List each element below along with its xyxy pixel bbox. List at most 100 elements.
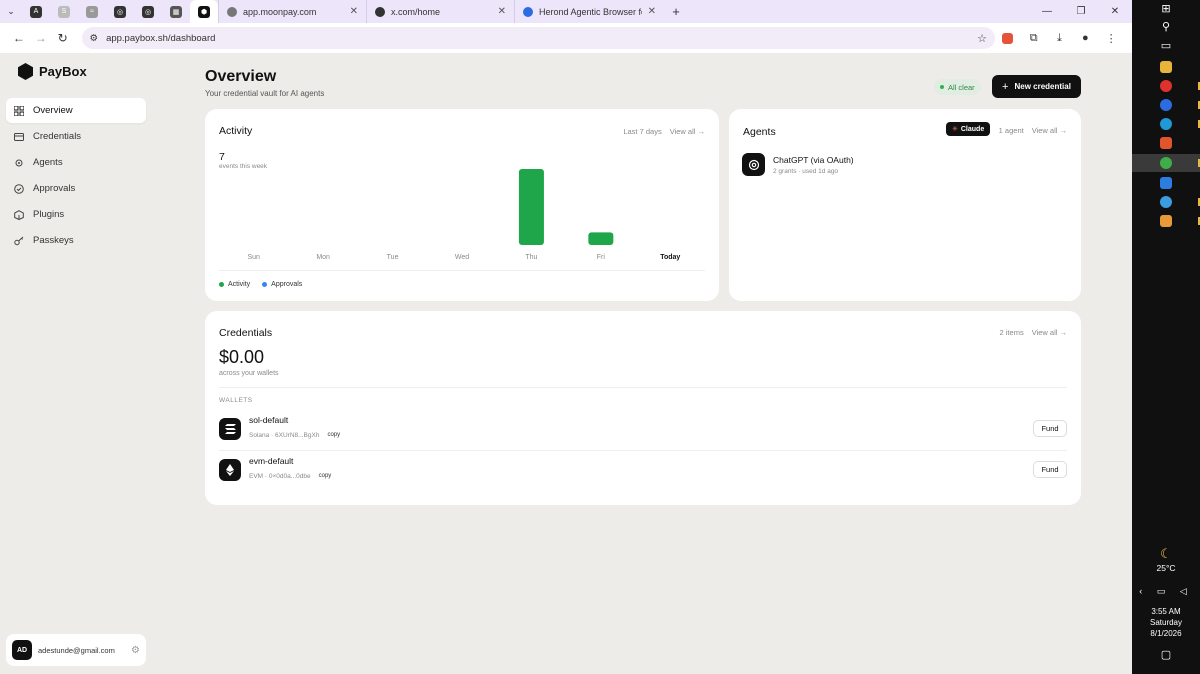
site-settings-icon[interactable]: ⚙ bbox=[90, 33, 99, 44]
profile-icon[interactable]: ● bbox=[1072, 32, 1098, 44]
logo[interactable]: PayBox bbox=[18, 63, 87, 80]
copy-address-button[interactable]: copy bbox=[327, 432, 340, 439]
user-card[interactable]: AD adestunde@gmail.com ⚙ bbox=[6, 634, 146, 666]
page-title: Overview bbox=[205, 68, 277, 85]
sidebar-nav: Overview Credentials Agents Approvals Pl… bbox=[6, 98, 146, 254]
copy-address-button[interactable]: copy bbox=[319, 473, 332, 480]
pinned-tab[interactable]: S bbox=[50, 0, 78, 23]
pinned-tab[interactable]: ▦ bbox=[162, 0, 190, 23]
sidebar-item-approvals[interactable]: Approvals bbox=[6, 176, 146, 201]
minimize-icon[interactable]: — bbox=[1030, 6, 1064, 17]
chart-tick-label: Tue bbox=[387, 254, 399, 261]
firefox-icon[interactable] bbox=[1160, 99, 1172, 111]
legend-swatch-icon bbox=[219, 282, 224, 287]
browser-tab[interactable]: app.moonpay.com ✕ bbox=[218, 0, 366, 23]
clock-date[interactable]: 8/1/2026 bbox=[1132, 629, 1200, 639]
status-label: All clear bbox=[948, 82, 975, 92]
edge-icon[interactable] bbox=[1160, 118, 1172, 130]
agent-list-item[interactable]: ChatGPT (via OAuth) 2 grants · used 1d a… bbox=[742, 153, 854, 176]
sidebar-item-plugins[interactable]: Plugins bbox=[6, 202, 146, 227]
clock-day[interactable]: Saturday bbox=[1132, 618, 1200, 628]
plus-icon: + bbox=[1002, 80, 1009, 93]
chrome-icon[interactable] bbox=[1160, 157, 1172, 169]
app-icon[interactable] bbox=[1160, 177, 1172, 189]
wallet-row: evm-default EVM · 0×0d0a...0dbe copy Fun… bbox=[219, 453, 1067, 487]
opera-icon[interactable] bbox=[1160, 80, 1172, 92]
search-icon[interactable]: ⚲ bbox=[1132, 20, 1200, 33]
address-bar-row: ← → ↻ ⚙ app.paybox.sh/dashboard ☆ ⧉ ⤓ ● … bbox=[0, 23, 1132, 53]
telegram-icon[interactable] bbox=[1160, 196, 1172, 208]
gear-icon[interactable]: ⚙ bbox=[131, 645, 140, 656]
clock-time[interactable]: 3:55 AM bbox=[1132, 607, 1200, 617]
extension-icon[interactable] bbox=[995, 32, 1021, 44]
forward-icon[interactable]: → bbox=[30, 31, 52, 45]
windows-start-icon[interactable]: ⊞ bbox=[1132, 2, 1200, 15]
wallet-address-text: EVM · 0×0d0a...0dbe bbox=[249, 473, 311, 480]
browser-tab-strip: ⌄ A S ≈ ◎ ◎ ▦ ⬢ app.moonpay.com ✕ x.com/… bbox=[0, 0, 1132, 23]
close-icon[interactable]: ✕ bbox=[648, 6, 656, 17]
agent-name: ChatGPT (via OAuth) bbox=[773, 154, 854, 165]
app-icon[interactable] bbox=[1160, 215, 1172, 227]
wallet-name: evm-default bbox=[249, 456, 294, 466]
brave-icon[interactable] bbox=[1160, 137, 1172, 149]
app-name: PayBox bbox=[39, 64, 87, 79]
back-icon[interactable]: ← bbox=[8, 31, 30, 45]
new-credential-button[interactable]: + New credential bbox=[992, 75, 1081, 98]
chart-legend: Activity Approvals bbox=[219, 281, 302, 288]
chart-bar-fri[interactable] bbox=[588, 232, 614, 245]
key-icon bbox=[14, 236, 24, 245]
extensions-puzzle-icon[interactable]: ⧉ bbox=[1021, 32, 1047, 45]
notifications-icon[interactable]: ▢ bbox=[1132, 648, 1200, 661]
moonpay-icon bbox=[227, 6, 237, 17]
chart-divider bbox=[219, 270, 705, 271]
file-explorer-icon[interactable] bbox=[1160, 61, 1172, 73]
credentials-view-all-link[interactable]: View all → bbox=[1032, 328, 1067, 337]
close-icon[interactable]: ✕ bbox=[498, 6, 506, 17]
weather-temperature[interactable]: 25°C bbox=[1132, 563, 1200, 574]
chart-tick-label: Fri bbox=[597, 254, 606, 261]
pinned-tab[interactable]: ≈ bbox=[78, 0, 106, 23]
restore-icon[interactable]: ❐ bbox=[1064, 6, 1098, 17]
fund-button[interactable]: Fund bbox=[1033, 461, 1067, 478]
system-tray-icons[interactable]: ‹ ▭ ◁ bbox=[1132, 586, 1200, 597]
sidebar-item-passkeys[interactable]: Passkeys bbox=[6, 228, 146, 253]
browser-tab[interactable]: Herond Agentic Browser for We ✕ bbox=[514, 0, 664, 23]
agents-view-all-link[interactable]: View all → bbox=[1032, 126, 1067, 135]
sidebar-item-credentials[interactable]: Credentials bbox=[6, 124, 146, 149]
s-icon: S bbox=[58, 5, 70, 18]
solana-icon bbox=[219, 418, 241, 440]
browser-tab[interactable]: x.com/home ✕ bbox=[366, 0, 514, 23]
tab-search-icon[interactable]: ⌄ bbox=[0, 0, 22, 23]
sidebar-item-overview[interactable]: Overview bbox=[6, 98, 146, 123]
pinned-tab-active[interactable]: ⬢ bbox=[190, 0, 218, 23]
url-bar[interactable]: ⚙ app.paybox.sh/dashboard ☆ bbox=[81, 27, 995, 49]
sidebar-item-label: Overview bbox=[33, 105, 73, 116]
wallet-address: EVM · 0×0d0a...0dbe copy bbox=[249, 473, 331, 480]
chart-tick-label: Sun bbox=[247, 254, 260, 261]
weather-moon-icon[interactable]: ☾ bbox=[1132, 546, 1200, 562]
tab-title: app.moonpay.com bbox=[243, 6, 317, 17]
credentials-meta: 2 items View all → bbox=[1000, 328, 1067, 337]
fund-button[interactable]: Fund bbox=[1033, 420, 1067, 437]
page-subtitle: Your credential vault for AI agents bbox=[205, 89, 325, 98]
pinned-tab[interactable]: ◎ bbox=[106, 0, 134, 23]
task-view-icon[interactable]: ▭ bbox=[1132, 39, 1200, 52]
chart-bar-thu[interactable] bbox=[518, 169, 544, 245]
download-icon[interactable]: ⤓ bbox=[1047, 32, 1073, 45]
chart-tick-label: Mon bbox=[316, 254, 330, 261]
sidebar-item-agents[interactable]: Agents bbox=[6, 150, 146, 175]
close-icon[interactable]: ✕ bbox=[350, 6, 358, 17]
close-window-icon[interactable]: ✕ bbox=[1098, 6, 1132, 17]
activity-card: Activity Last 7 days View all → 7 events… bbox=[205, 109, 719, 301]
menu-kebab-icon[interactable]: ⋮ bbox=[1098, 32, 1124, 45]
bookmark-star-icon[interactable]: ☆ bbox=[977, 32, 987, 45]
app-icon: ▦ bbox=[170, 5, 182, 18]
legend-label: Activity bbox=[228, 281, 251, 288]
chart-tick-label: Today bbox=[660, 254, 680, 261]
reload-icon[interactable]: ↻ bbox=[52, 31, 74, 45]
claude-tag[interactable]: ✳ Claude bbox=[946, 122, 991, 136]
new-tab-button[interactable]: + bbox=[664, 4, 688, 19]
url-text[interactable]: app.paybox.sh/dashboard bbox=[106, 33, 969, 44]
pinned-tab[interactable]: ◎ bbox=[134, 0, 162, 23]
pinned-tab[interactable]: A bbox=[22, 0, 50, 23]
